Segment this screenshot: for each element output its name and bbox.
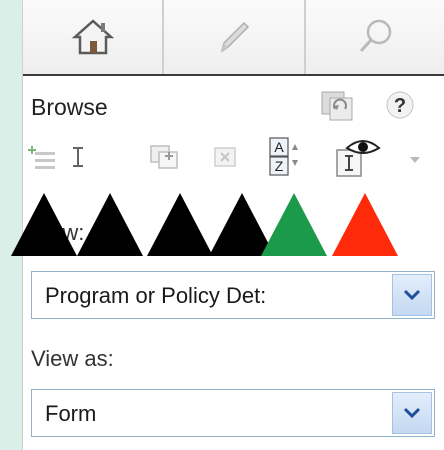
view-fields-icon — [336, 140, 381, 177]
browse-panel: Browse ? A Z View: Program or Policy Det… — [11, 0, 444, 450]
annotation-arrow-green — [261, 193, 327, 256]
panel-header: Browse ? — [23, 78, 444, 136]
view-as-select-button[interactable] — [392, 392, 432, 434]
svg-text:?: ? — [394, 95, 406, 117]
chevron-down-icon — [403, 407, 421, 419]
add-item-button[interactable] — [25, 140, 59, 179]
search-icon — [360, 19, 392, 53]
search-button[interactable] — [306, 0, 444, 74]
view-as-select-value: Form — [45, 401, 97, 426]
page-title: Browse — [31, 94, 108, 120]
refresh-icon — [321, 91, 353, 121]
text-cursor-icon — [73, 147, 83, 167]
add-item-icon — [28, 146, 55, 169]
insert-child-icon — [150, 145, 178, 169]
view-as-label: View as: — [31, 346, 114, 371]
top-nav-bar — [23, 0, 444, 76]
annotation-arrow — [11, 193, 77, 256]
view-as-select[interactable]: Form — [31, 389, 435, 437]
annotation-arrow-red — [332, 193, 398, 256]
view-select-value: Program or Policy Det: — [45, 283, 267, 308]
svg-text:A: A — [274, 139, 284, 155]
rename-button[interactable] — [63, 140, 93, 179]
view-fields-button[interactable] — [333, 134, 385, 185]
annotation-arrow — [147, 193, 213, 256]
home-button[interactable] — [23, 0, 165, 74]
remove-button[interactable] — [209, 140, 243, 179]
insert-child-button[interactable] — [147, 140, 183, 179]
pencil-icon — [220, 21, 250, 53]
annotation-arrow — [77, 193, 143, 256]
svg-text:Z: Z — [275, 158, 284, 174]
sort-az-icon: A Z — [269, 137, 298, 176]
edit-button[interactable] — [164, 0, 306, 74]
home-icon — [71, 19, 114, 55]
view-select[interactable]: Program or Policy Det: — [31, 271, 435, 319]
chevron-down-icon — [403, 289, 421, 301]
remove-icon — [214, 147, 236, 167]
sort-button[interactable]: A Z — [267, 136, 303, 183]
help-button[interactable]: ? — [385, 90, 415, 125]
view-select-button[interactable] — [392, 274, 432, 316]
refresh-button[interactable] — [319, 88, 355, 127]
more-dropdown-icon — [410, 157, 420, 163]
browse-toolbar: A Z — [23, 134, 444, 186]
more-dropdown-button[interactable] — [407, 152, 423, 173]
help-icon: ? — [386, 91, 414, 119]
